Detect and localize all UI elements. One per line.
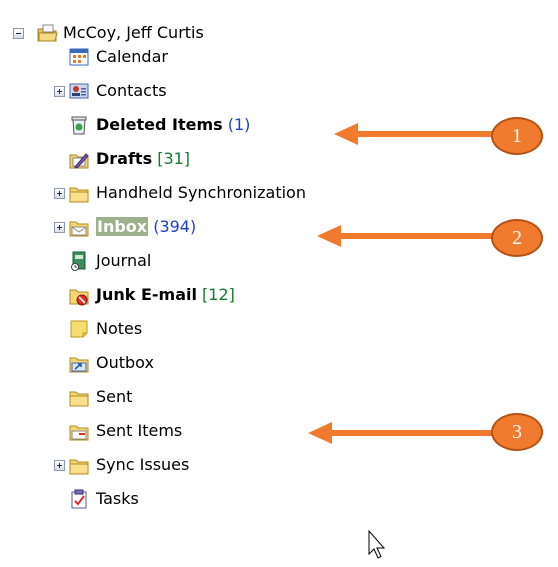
folder-icon bbox=[69, 187, 89, 203]
folder-icon bbox=[69, 459, 89, 475]
folder-handheld-synchronization[interactable]: Handheld Synchronization bbox=[96, 180, 306, 206]
drafts-icon bbox=[69, 153, 89, 169]
callout-badge-2: 2 bbox=[491, 219, 543, 257]
drafts-count: [31] bbox=[157, 149, 191, 168]
collapse-toggle-root[interactable] bbox=[13, 28, 24, 39]
folder-drafts-label: Drafts bbox=[96, 149, 153, 168]
expand-toggle-inbox[interactable] bbox=[54, 222, 65, 233]
callout-arrow-1 bbox=[334, 123, 494, 145]
folder-junk-email[interactable]: Junk E-mail [12] bbox=[96, 282, 235, 308]
folder-icon bbox=[69, 391, 89, 407]
folder-deleted-items[interactable]: Deleted Items (1) bbox=[96, 112, 250, 138]
folder-inbox-label: Inbox bbox=[96, 217, 149, 236]
calendar-icon bbox=[69, 48, 89, 66]
callout-arrow-2 bbox=[317, 225, 494, 247]
tasks-icon bbox=[71, 489, 87, 509]
folder-calendar[interactable]: Calendar bbox=[96, 44, 168, 70]
junk-email-icon bbox=[69, 289, 89, 306]
folder-sent[interactable]: Sent bbox=[96, 384, 132, 410]
notes-icon bbox=[70, 320, 88, 338]
inbox-icon bbox=[69, 221, 89, 237]
expand-toggle-handheld-synchronization[interactable] bbox=[54, 188, 65, 199]
tree-root-label[interactable]: McCoy, Jeff Curtis bbox=[63, 20, 204, 46]
callout-badge-3: 3 bbox=[491, 413, 543, 451]
folder-sent-items[interactable]: Sent Items bbox=[96, 418, 182, 444]
folder-drafts[interactable]: Drafts [31] bbox=[96, 146, 190, 172]
inbox-count: (394) bbox=[153, 217, 197, 236]
folder-sync-issues[interactable]: Sync Issues bbox=[96, 452, 189, 478]
folder-outbox[interactable]: Outbox bbox=[96, 350, 154, 376]
expand-toggle-contacts[interactable] bbox=[54, 86, 65, 97]
junk-email-count: [12] bbox=[202, 285, 235, 304]
journal-icon bbox=[71, 251, 86, 271]
folder-notes[interactable]: Notes bbox=[96, 316, 142, 342]
contacts-icon bbox=[69, 83, 89, 99]
expand-toggle-sync-issues[interactable] bbox=[54, 460, 65, 471]
deleted-items-count: (1) bbox=[227, 115, 251, 134]
mailbox-folder-icon bbox=[37, 24, 58, 42]
folder-junk-email-label: Junk E-mail bbox=[96, 285, 197, 304]
folder-inbox[interactable]: Inbox (394) bbox=[96, 214, 196, 240]
sent-items-icon bbox=[69, 425, 89, 441]
outbox-icon bbox=[69, 357, 89, 373]
folder-tasks[interactable]: Tasks bbox=[96, 486, 139, 512]
callout-arrow-3 bbox=[308, 422, 494, 444]
mouse-pointer-icon bbox=[368, 530, 386, 559]
folder-deleted-items-label: Deleted Items bbox=[96, 115, 223, 134]
folder-contacts[interactable]: Contacts bbox=[96, 78, 167, 104]
folder-journal[interactable]: Journal bbox=[96, 248, 151, 274]
deleted-items-icon bbox=[71, 116, 87, 135]
callout-badge-1: 1 bbox=[491, 117, 543, 155]
